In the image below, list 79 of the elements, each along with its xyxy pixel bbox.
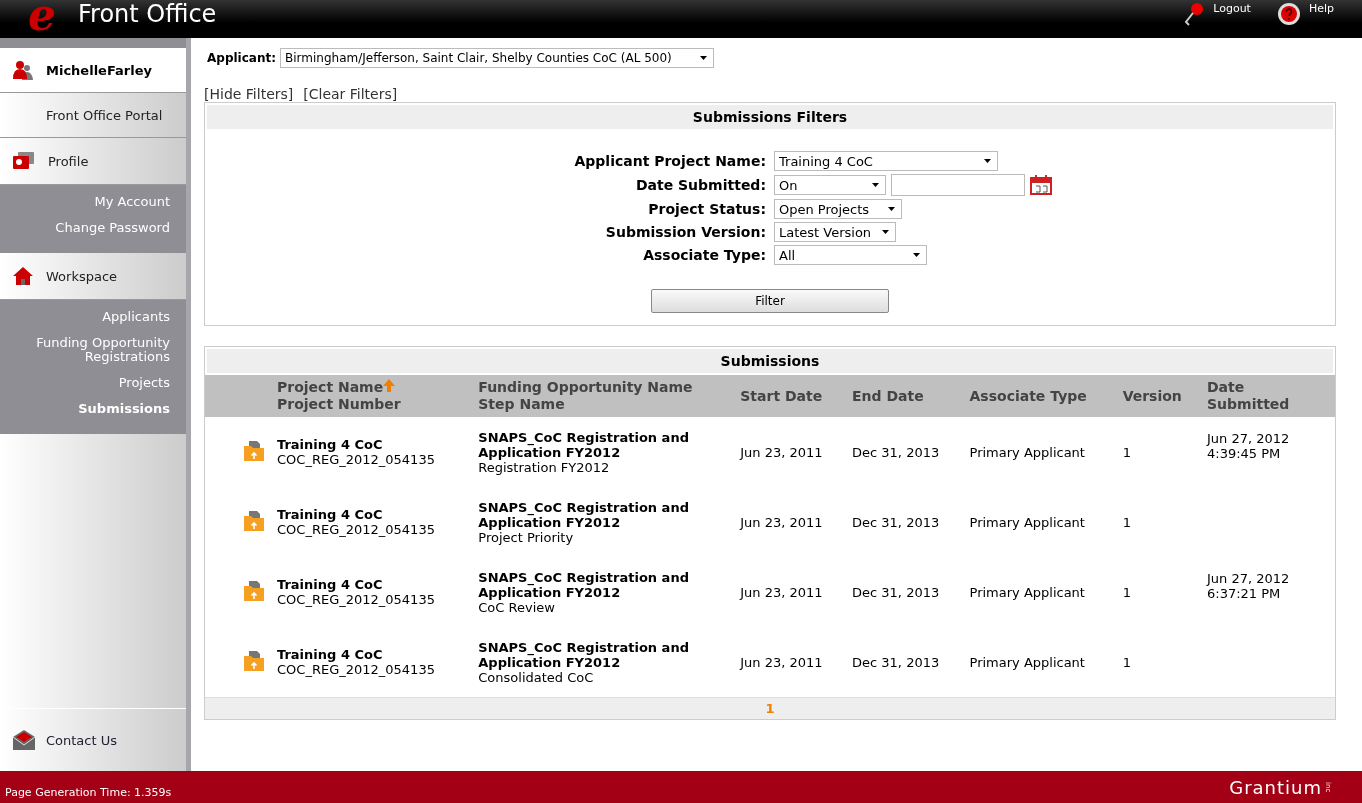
caret-icon xyxy=(913,253,920,257)
table-cell: Jun 27, 2012 6:37:21 PM xyxy=(1207,571,1290,601)
table-cell-text: Dec 31, 2013 xyxy=(851,583,941,602)
table-cell-text: SNAPS_CoC Registration and Application FY2012 Project Priority xyxy=(477,498,690,547)
table-cell-text: Primary Applicant xyxy=(968,583,1086,602)
filter-button[interactable]: Filter xyxy=(651,289,889,313)
table-cell-text: Jun 23, 2011 xyxy=(738,653,824,672)
table-cell-text: Training 4 CoC COC_REG_2012_054135 xyxy=(276,506,436,539)
column-header[interactable]: Project Name Project Number xyxy=(271,375,473,417)
logout-link[interactable]: Logout xyxy=(1183,2,1251,28)
field-label: Project Status: xyxy=(647,201,766,217)
column-header[interactable]: Associate Type xyxy=(963,375,1117,417)
table-cell-text: Dec 31, 2013 xyxy=(851,513,941,532)
filter-link[interactable]: [Clear Filters] xyxy=(303,86,398,102)
table-cell-text: 1 xyxy=(1121,513,1132,532)
generation-time: Page Generation Time: 1.359s xyxy=(5,785,172,799)
table-cell-text: Jun 23, 2011 xyxy=(738,583,824,602)
brand-name: Grantium xyxy=(1229,776,1322,798)
date-field[interactable] xyxy=(891,174,1025,196)
table-cell-text: Dec 31, 2013 xyxy=(851,653,941,672)
caret-icon xyxy=(872,183,879,187)
panel-title: Submissions Filters xyxy=(205,103,1335,131)
table-cell: Primary Applicant xyxy=(963,417,1117,487)
table-cell: Training 4 CoC COC_REG_2012_054135 xyxy=(271,417,473,487)
table-cell-text: Training 4 CoC COC_REG_2012_054135 xyxy=(276,576,436,609)
table-cell-text: 1 xyxy=(1121,583,1132,602)
logo-mark: e xyxy=(28,0,57,30)
caret-icon xyxy=(984,159,991,163)
table-cell: SNAPS_CoC Registration and Application FY2012 Registration FY2012 xyxy=(472,417,735,487)
dropdown[interactable]: Open Projects xyxy=(774,199,902,219)
folder-icon[interactable] xyxy=(243,439,265,462)
dropdown[interactable]: Training 4 CoC xyxy=(774,151,998,171)
column-header[interactable]: Date Submitted xyxy=(1201,375,1335,417)
caret-icon xyxy=(888,207,895,211)
table-cell-text: Training 4 CoC COC_REG_2012_054135 xyxy=(276,646,436,679)
table-cell-text: 1 xyxy=(1121,653,1132,672)
table-cell: Dec 31, 2013 xyxy=(846,417,964,487)
table-cell-text: Primary Applicant xyxy=(968,513,1086,532)
profile-cards-icon xyxy=(12,151,36,171)
user-item: MichelleFarley xyxy=(0,48,186,93)
dropdown[interactable]: All xyxy=(774,245,927,265)
field-label: Submission Version: xyxy=(604,224,766,240)
app-title: Front Office xyxy=(78,0,217,28)
table-cell-text: Primary Applicant xyxy=(968,653,1086,672)
filter-link[interactable]: [Hide Filters] xyxy=(204,86,294,102)
nav-section[interactable]: Workspace xyxy=(0,253,186,300)
dropdown[interactable]: On xyxy=(774,175,886,195)
help-icon xyxy=(1276,2,1301,26)
envelope-icon xyxy=(12,730,36,750)
house-icon xyxy=(12,266,34,286)
table-cell-text: SNAPS_CoC Registration and Application FY2012 CoC Review xyxy=(477,568,690,617)
nav-section[interactable]: Profile xyxy=(0,138,186,185)
field-label: Applicant Project Name: xyxy=(573,153,766,169)
contact-link[interactable]: Contact Us xyxy=(0,709,186,771)
folder-icon[interactable] xyxy=(243,509,265,532)
field-label: Date Submitted: xyxy=(634,177,766,193)
table-cell-text: Jun 23, 2011 xyxy=(738,513,824,532)
help-link[interactable]: Help xyxy=(1276,2,1334,28)
table-cell: Jun 27, 2012 4:39:45 PM xyxy=(1207,431,1290,461)
table-cell-text: SNAPS_CoC Registration and Application FY2012 Consolidated CoC xyxy=(477,638,690,687)
column-header[interactable]: End Date xyxy=(846,375,964,417)
folder-icon[interactable] xyxy=(243,649,265,672)
applicant-label: Applicant: xyxy=(207,51,276,65)
applicant-select[interactable]: Birmingham/Jefferson, Saint Clair, Shelby Counties CoC (AL 500) xyxy=(280,48,714,68)
field-label: Associate Type: xyxy=(642,247,766,263)
user-icon xyxy=(12,60,34,80)
table-cell: Jun 23, 2011 xyxy=(734,417,847,487)
dropdown[interactable]: Latest Version xyxy=(774,222,896,242)
panel-title: Submissions xyxy=(205,347,1335,375)
table-cell: 1 xyxy=(1116,417,1201,487)
portal-link[interactable]: Front Office Portal xyxy=(0,93,186,138)
column-header[interactable]: Start Date xyxy=(734,375,847,417)
column-header[interactable]: Version xyxy=(1116,375,1201,417)
pin-icon xyxy=(1183,2,1206,28)
column-header[interactable]: Funding Opportunity Name Step Name xyxy=(472,375,735,417)
caret-icon xyxy=(882,230,889,234)
caret-icon xyxy=(700,56,707,60)
folder-icon[interactable] xyxy=(243,579,265,602)
calendar-icon[interactable] xyxy=(1030,175,1052,195)
